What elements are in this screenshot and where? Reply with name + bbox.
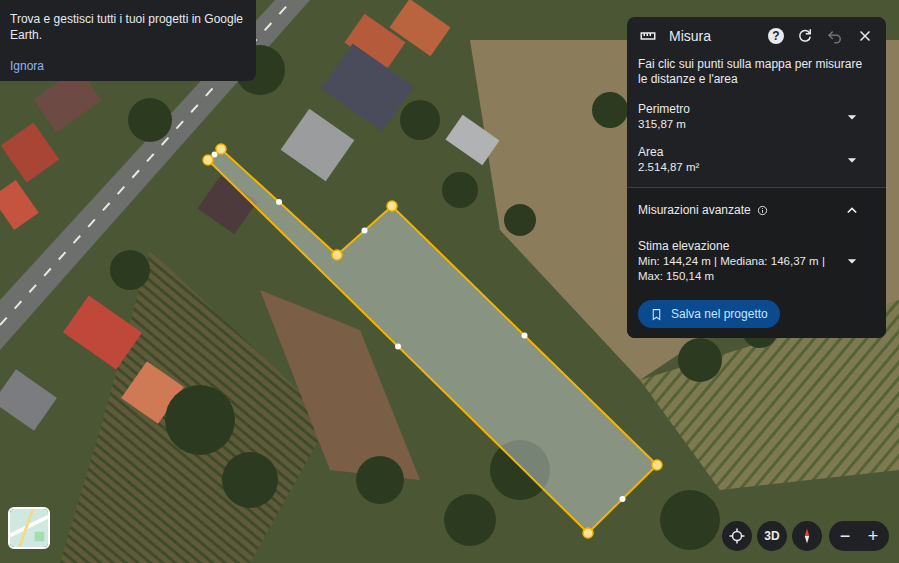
help-icon[interactable]: ?: [768, 28, 784, 44]
building: [0, 180, 39, 230]
panel-header: Misura?: [627, 17, 886, 53]
vertex-handle[interactable]: [652, 460, 662, 470]
tree: [442, 172, 478, 208]
measure-panel: Misura?Fai clic sui punti sulla mappa pe…: [627, 17, 886, 338]
advanced-header[interactable]: Misurazioni avanzate: [627, 188, 886, 228]
tree: [356, 456, 404, 504]
building: [0, 369, 57, 430]
elevation-value: Min: 144,24 m | Mediana: 146,37 m | Max:…: [638, 254, 834, 284]
tree: [128, 98, 172, 142]
metric-label: Perimetro: [638, 101, 834, 117]
refresh-icon[interactable]: [796, 27, 814, 45]
close-icon[interactable]: [856, 27, 874, 45]
chevron-icon[interactable]: [842, 107, 862, 127]
bookmark-icon: [650, 308, 663, 321]
building: [1, 123, 60, 183]
tree: [678, 338, 722, 382]
road-marking: [0, 0, 292, 325]
metric-label: Area: [638, 144, 834, 160]
tree: [444, 494, 496, 546]
vertex-handle[interactable]: [203, 155, 213, 165]
vineyard: [60, 250, 330, 563]
building: [321, 43, 414, 131]
elevation-row[interactable]: Stima elevazioneMin: 144,24 m | Mediana:…: [627, 228, 886, 288]
map-controls: 3D −+: [722, 521, 889, 551]
tree: [504, 204, 536, 236]
building: [63, 295, 142, 369]
dismiss-link[interactable]: Ignora: [10, 59, 246, 73]
road: [0, 0, 310, 350]
panel-hint: Fai clic sui punti sulla mappa per misur…: [627, 53, 886, 93]
building: [281, 109, 355, 182]
terrain: [0, 0, 899, 563]
panel-title: Misura: [669, 28, 711, 44]
undo-icon[interactable]: [826, 27, 844, 45]
chevron-icon[interactable]: [842, 150, 862, 170]
midpoint-handle[interactable]: [276, 199, 282, 205]
midpoint-handle[interactable]: [362, 228, 368, 234]
chevron-icon[interactable]: [842, 200, 862, 220]
map-thumbnail-icon: [10, 509, 48, 547]
ruler-icon: [639, 27, 657, 45]
crosshair-icon: [728, 527, 746, 545]
zoom-in-button[interactable]: +: [863, 521, 883, 551]
save-button[interactable]: Salva nel progetto: [638, 300, 780, 328]
save-label: Salva nel progetto: [671, 307, 768, 321]
building: [389, 0, 450, 56]
tree: [660, 490, 720, 550]
tree: [165, 385, 235, 455]
midpoint-handle[interactable]: [620, 496, 626, 502]
chevron-icon[interactable]: [842, 251, 862, 271]
measured-area[interactable]: [208, 149, 657, 533]
locate-button[interactable]: [722, 521, 752, 551]
tree: [400, 100, 440, 140]
building: [445, 115, 499, 165]
google-earth-screen: Trova e gestisci tutti i tuoi progetti i…: [0, 0, 899, 563]
tree: [110, 250, 150, 290]
advanced-section: Misurazioni avanzate Stima elevazioneMin:…: [627, 187, 886, 338]
zoom-out-button[interactable]: −: [835, 521, 855, 551]
advanced-label: Misurazioni avanzate: [638, 202, 751, 218]
compass-icon: [798, 527, 816, 545]
vertex-handle[interactable]: [583, 528, 593, 538]
map-style-button[interactable]: [8, 507, 50, 549]
midpoint-handle[interactable]: [395, 344, 401, 350]
tree: [222, 452, 278, 508]
vertex-handle[interactable]: [387, 201, 397, 211]
metric-row[interactable]: Area2.514,87 m²: [627, 136, 886, 179]
metric-value: 2.514,87 m²: [638, 160, 834, 175]
vertex-handle[interactable]: [216, 144, 226, 154]
3d-button[interactable]: 3D: [757, 521, 787, 551]
info-icon[interactable]: [757, 205, 768, 216]
tree: [592, 92, 628, 128]
metric-row[interactable]: Perimetro315,87 m: [627, 93, 886, 136]
projects-banner: Trova e gestisci tutti i tuoi progetti i…: [0, 0, 256, 81]
banner-message: Trova e gestisci tutti i tuoi progetti i…: [10, 11, 246, 43]
metric-value: 315,87 m: [638, 117, 834, 132]
zoom-controls: −+: [829, 521, 889, 551]
vertex-handle[interactable]: [332, 250, 342, 260]
elevation-label: Stima elevazione: [638, 238, 834, 254]
compass-button[interactable]: [792, 521, 822, 551]
midpoint-handle[interactable]: [522, 333, 528, 339]
